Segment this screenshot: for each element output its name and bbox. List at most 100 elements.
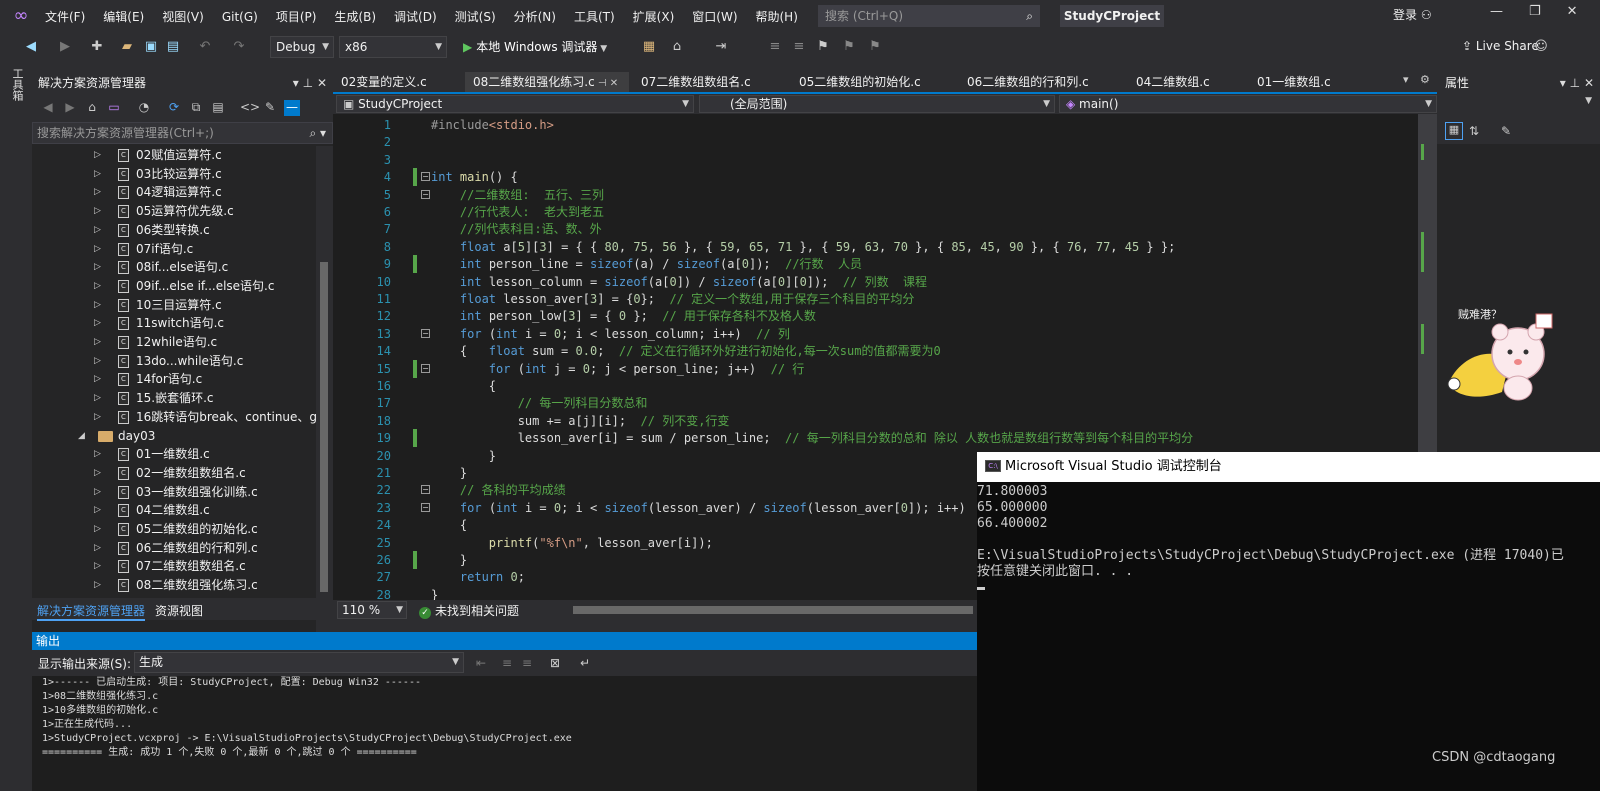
back-icon[interactable]: ◀ [40, 100, 56, 116]
menu-item[interactable]: 分析(N) [505, 8, 565, 25]
live-share-button[interactable]: ⇪ Live Share [1462, 39, 1539, 53]
collapsed-icon[interactable]: ▷ [94, 146, 101, 165]
menu-item[interactable]: 调试(D) [385, 8, 446, 25]
tree-file[interactable]: ▷ C 03一维数组强化训练.c [32, 483, 316, 502]
tree-file[interactable]: ▷ C 09if...else if...else语句.c [32, 277, 316, 296]
solution-search-input[interactable]: 搜索解决方案资源管理器(Ctrl+;) ⌕ ▾ [32, 122, 333, 144]
open-folder-icon[interactable]: ▰ [118, 38, 136, 56]
collapsed-icon[interactable]: ▷ [94, 240, 101, 259]
chevron-down-icon[interactable]: ▾ [293, 76, 299, 90]
pending-changes-icon[interactable]: ◔ [136, 100, 152, 116]
tree-file[interactable]: ▷ C 14for语句.c [32, 370, 316, 389]
code-line[interactable]: int person_low[3] = { 0 }; // 用于保存各科不及格人… [431, 307, 816, 325]
chevron-down-icon[interactable]: ▾ [1560, 76, 1566, 90]
member-dropdown[interactable]: ◈ main() ▼ [1059, 95, 1437, 113]
collapsed-icon[interactable]: ▷ [94, 352, 101, 371]
go-to-error-icon[interactable]: ⇤ [476, 656, 486, 670]
prev-bookmark-icon[interactable]: ⚑ [840, 38, 858, 56]
zoom-select[interactable]: 110 % ▼ [337, 601, 407, 619]
document-tab[interactable]: 05二维数组的初始化.c [791, 72, 921, 92]
code-line[interactable]: sum += a[j][i]; // 列不变,行变 [431, 412, 730, 430]
tree-file[interactable]: ▷ C 03比较运算符.c [32, 165, 316, 184]
code-line[interactable]: //列代表科目:语、数、外 [431, 220, 602, 238]
code-line[interactable]: } [431, 464, 467, 482]
menu-item[interactable]: 工具(T) [565, 8, 624, 25]
configuration-select[interactable]: Debug ▼ [270, 36, 334, 58]
bookmark-icon[interactable]: ⚑ [814, 38, 832, 56]
code-line[interactable]: } [431, 551, 467, 569]
editor-horizontal-scrollbar[interactable] [573, 606, 973, 614]
menu-item[interactable]: 扩展(X) [624, 8, 684, 25]
login-button[interactable]: 登录 ⚇ [1393, 6, 1432, 23]
next-bookmark-icon[interactable]: ⚑ [866, 38, 884, 56]
code-line[interactable]: lesson_aver[i] = sum / person_line; // 每… [431, 429, 1193, 447]
tree-file[interactable]: ▷ C 10三目运算符.c [32, 296, 316, 315]
menu-item[interactable]: 帮助(H) [747, 8, 807, 25]
code-line[interactable]: for (int i = 0; i < sizeof(lesson_aver) … [431, 499, 966, 517]
pin-close-icon[interactable]: ⊣ ✕ [595, 78, 618, 89]
code-line[interactable]: for (int j = 0; j < person_line; j++) //… [431, 360, 805, 378]
tree-file[interactable]: ▷ C 05运算符优先级.c [32, 202, 316, 221]
start-debugging-button[interactable]: ▶ 本地 Windows 调试器 ▼ [463, 37, 607, 57]
code-icon[interactable]: <> [240, 100, 260, 116]
code-line[interactable]: { float sum = 0.0; // 定义在行循环外好进行初始化,每一次s… [431, 342, 941, 360]
tree-file[interactable]: ▷ C 08二维数组强化练习.c [32, 576, 316, 595]
collapsed-icon[interactable]: ▷ [94, 277, 101, 296]
alphabetical-icon[interactable]: ⇅ [1469, 124, 1479, 138]
menu-item[interactable]: Git(G) [213, 10, 267, 24]
collapsed-icon[interactable]: ▷ [94, 557, 101, 576]
menu-item[interactable]: 视图(V) [153, 8, 213, 25]
tree-file[interactable]: ▷ C 06类型转换.c [32, 221, 316, 240]
code-line[interactable]: int person_line = sizeof(a) / sizeof(a[0… [431, 255, 862, 273]
document-tab[interactable]: 04二维数组.c [1128, 72, 1210, 92]
collapse-all-icon[interactable]: ⧉ [188, 100, 204, 116]
document-tab[interactable]: 02变量的定义.c [333, 72, 427, 92]
menu-item[interactable]: 编辑(E) [94, 8, 153, 25]
close-icon[interactable]: ✕ [1584, 76, 1594, 90]
document-tab[interactable]: 06二维数组的行和列.c [959, 72, 1089, 92]
scrollbar-thumb[interactable] [320, 262, 328, 592]
code-line[interactable]: // 各科的平均成绩 [431, 481, 566, 499]
collapsed-icon[interactable]: ▷ [94, 221, 101, 240]
tab-resource-view[interactable]: 资源视图 [155, 602, 203, 619]
tree-file[interactable]: ▷ C 16跳转语句break、continue、g [32, 408, 316, 427]
find-in-files-icon[interactable]: ▦ [640, 38, 658, 56]
collapsed-icon[interactable]: ▷ [94, 576, 101, 595]
forward-icon[interactable]: ▶ [56, 38, 74, 56]
code-line[interactable]: { [431, 377, 496, 395]
fold-toggle-icon[interactable]: − [421, 328, 430, 338]
wrench-icon[interactable]: ✎ [1501, 124, 1511, 138]
document-tab[interactable]: 08二维数组强化练习.c ⊣ ✕ [465, 72, 629, 92]
issues-indicator[interactable]: ✓ 未找到相关问题 [419, 602, 519, 619]
collapsed-icon[interactable]: ▷ [94, 501, 101, 520]
code-line[interactable]: int lesson_column = sizeof(a[0]) / sizeo… [431, 273, 927, 291]
menu-item[interactable]: 文件(F) [36, 8, 94, 25]
pin-icon[interactable]: ⊥ [1570, 76, 1580, 90]
tab-solution-explorer[interactable]: 解决方案资源管理器 [37, 602, 146, 621]
code-line[interactable]: float lesson_aver[3] = {0}; // 定义一个数组,用于… [431, 290, 914, 308]
redo-icon[interactable]: ↷ [230, 38, 248, 56]
new-item-icon[interactable]: ✚ [88, 38, 106, 56]
tree-file[interactable]: ▷ C 01一维数组.c [32, 445, 316, 464]
tab-dropdown-icon[interactable]: ▾ [1403, 73, 1409, 86]
tree-file[interactable]: ▷ C 05二维数组的初始化.c [32, 520, 316, 539]
menu-item[interactable]: 项目(P) [267, 8, 326, 25]
fold-toggle-icon[interactable]: − [421, 485, 430, 495]
collapsed-icon[interactable]: ▷ [94, 165, 101, 184]
tree-file[interactable]: ▷ C 04二维数组.c [32, 501, 316, 520]
menu-item[interactable]: 生成(B) [325, 8, 385, 25]
project-dropdown[interactable]: ▣ StudyCProject ▼ [336, 95, 694, 113]
home-icon[interactable]: ⌂ [84, 100, 100, 116]
collapsed-icon[interactable]: ▷ [94, 296, 101, 315]
collapsed-icon[interactable]: ▷ [94, 314, 101, 333]
collapsed-icon[interactable]: ▷ [94, 520, 101, 539]
home-icon[interactable]: ⌂ [668, 38, 686, 56]
collapsed-icon[interactable]: ▷ [94, 183, 101, 202]
tree-file[interactable]: ▷ C 08if...else语句.c [32, 258, 316, 277]
tree-file[interactable]: ▷ C 07if语句.c [32, 240, 316, 259]
collapsed-icon[interactable]: ▷ [94, 539, 101, 558]
show-all-files-icon[interactable]: ▤ [210, 100, 226, 116]
document-tab[interactable]: 07二维数组数组名.c [633, 72, 751, 92]
collapsed-icon[interactable]: ▷ [94, 333, 101, 352]
minimize-icon[interactable]: — [1490, 4, 1503, 19]
